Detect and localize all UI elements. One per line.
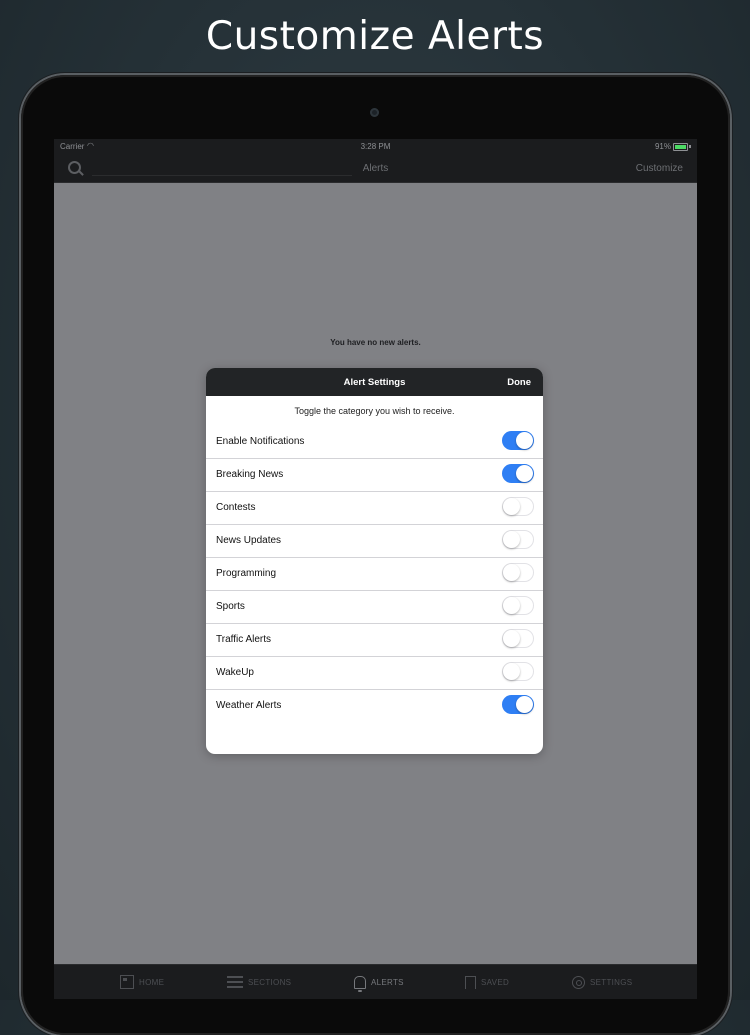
toggle-knob	[503, 597, 520, 614]
camera-icon	[370, 108, 379, 117]
alert-row-label: Sports	[216, 601, 245, 612]
tab-home-label: HOME	[139, 977, 165, 987]
toggle-knob	[503, 663, 520, 680]
alert-row: Traffic Alerts	[206, 624, 543, 657]
tab-home[interactable]: HOME	[120, 965, 164, 999]
empty-alerts-message: You have no new alerts.	[330, 338, 421, 347]
gear-icon	[572, 975, 585, 989]
alert-row: Breaking News	[206, 459, 543, 492]
alert-toggle[interactable]	[502, 596, 534, 615]
alert-row: Enable Notifications	[206, 426, 543, 459]
tab-settings[interactable]: SETTINGS	[572, 965, 632, 999]
toggle-knob	[503, 498, 520, 515]
tab-alerts-label: ALERTS	[371, 977, 404, 987]
alert-toggle[interactable]	[502, 497, 534, 516]
bookmark-icon	[465, 975, 476, 989]
alert-row-label: Weather Alerts	[216, 700, 282, 711]
alert-row-label: News Updates	[216, 535, 282, 546]
alert-row: Weather Alerts	[206, 690, 543, 722]
toggle-knob	[516, 696, 533, 713]
toggle-knob	[503, 531, 520, 548]
alert-row-label: Programming	[216, 568, 277, 579]
tab-bar: HOME SECTIONS ALERTS SAVED SETTINGS	[54, 964, 697, 999]
alert-settings-modal: Alert Settings Done Toggle the category …	[206, 368, 543, 754]
home-icon	[120, 975, 134, 989]
done-button[interactable]: Done	[507, 377, 531, 388]
modal-header: Alert Settings Done	[206, 368, 543, 396]
modal-instruction: Toggle the category you wish to receive.	[294, 406, 455, 416]
customize-button[interactable]: Customize	[636, 163, 683, 174]
battery-icon	[673, 143, 688, 151]
nav-bar: Alerts Customize	[54, 155, 697, 183]
status-time: 3:28 PM	[360, 142, 391, 151]
toggle-knob	[503, 564, 520, 581]
alert-row: Contests	[206, 492, 543, 525]
tab-sections[interactable]: SECTIONS	[227, 965, 291, 999]
battery-percent: 91%	[654, 142, 671, 151]
tab-sections-label: SECTIONS	[248, 977, 292, 987]
status-bar: Carrier ◠ 3:28 PM 91%	[54, 139, 697, 155]
alert-toggle[interactable]	[502, 464, 534, 483]
alert-row-label: Traffic Alerts	[216, 634, 272, 645]
alert-toggle[interactable]	[502, 629, 534, 648]
tab-settings-label: SETTINGS	[590, 977, 633, 987]
bell-icon	[354, 975, 366, 992]
alert-row: News Updates	[206, 525, 543, 558]
toggle-knob	[516, 432, 533, 449]
alert-category-list: Enable Notifications Breaking News Contest…	[206, 426, 543, 722]
tab-saved-label: SAVED	[481, 977, 510, 987]
alert-toggle[interactable]	[502, 662, 534, 681]
menu-icon	[227, 976, 243, 988]
search-field[interactable]	[92, 175, 352, 176]
tab-alerts[interactable]: ALERTS	[354, 965, 404, 999]
alert-row-label: WakeUp	[216, 667, 254, 678]
alert-row: Programming	[206, 558, 543, 591]
tablet-device: Carrier ◠ 3:28 PM 91% Alerts Customize Y…	[21, 75, 730, 1035]
alert-toggle[interactable]	[502, 530, 534, 549]
nav-title: Alerts	[362, 163, 389, 174]
tab-saved[interactable]: SAVED	[465, 965, 509, 999]
alert-row: WakeUp	[206, 657, 543, 690]
alert-toggle[interactable]	[502, 431, 534, 450]
alert-row-label: Enable Notifications	[216, 436, 305, 447]
alert-toggle[interactable]	[502, 695, 534, 714]
alert-row-label: Contests	[216, 502, 256, 513]
alert-toggle[interactable]	[502, 563, 534, 582]
promo-headline: Customize Alerts	[205, 14, 545, 59]
alert-row: Sports	[206, 591, 543, 624]
toggle-knob	[516, 465, 533, 482]
app-screen: Carrier ◠ 3:28 PM 91% Alerts Customize Y…	[54, 139, 697, 999]
alert-row-label: Breaking News	[216, 469, 284, 480]
toggle-knob	[503, 630, 520, 647]
modal-title: Alert Settings	[343, 377, 406, 388]
